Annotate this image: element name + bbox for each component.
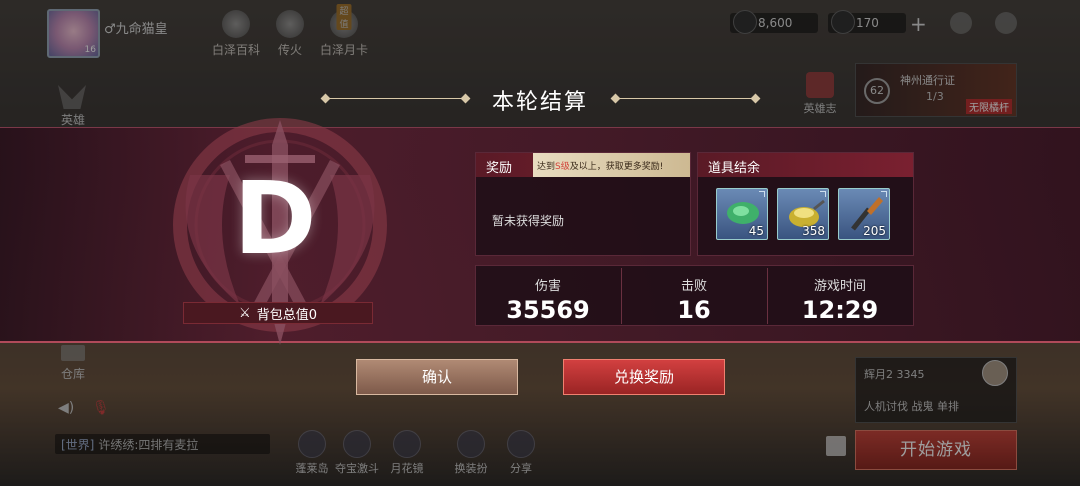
baize-icon (222, 10, 250, 38)
add-currency-icon[interactable]: + (910, 12, 927, 36)
gem-currency[interactable]: 170 (828, 10, 906, 34)
bottom-nav-outfit[interactable]: 换装扮 (444, 430, 498, 476)
team-icon[interactable] (826, 436, 846, 456)
start-game-button[interactable]: 开始游戏 (855, 430, 1017, 470)
room-name: 辉月2 3345 (864, 368, 925, 381)
item-count: 45 (748, 224, 764, 238)
mirror-icon (393, 430, 421, 458)
item-slot[interactable]: 205 (838, 188, 890, 240)
room-mode: 人机讨伐 战鬼 单排 (864, 400, 959, 413)
bottom-nav-treasure[interactable]: 夺宝激斗 (330, 430, 384, 476)
gold-icon (733, 10, 757, 34)
ingot-icon (831, 10, 855, 34)
item-slot[interactable]: 45 (716, 188, 768, 240)
bottom-nav-mirror[interactable]: 月花镜 (380, 430, 434, 476)
settlement-title: 本轮结算 (491, 90, 588, 115)
exchange-reward-button[interactable]: 兑换奖励 (563, 359, 725, 395)
outfit-icon (457, 430, 485, 458)
friends-icon[interactable] (950, 12, 972, 34)
room-avatar (982, 360, 1008, 386)
player-level: 16 (84, 45, 96, 55)
reward-tip: 达到S级及以上，获取更多奖励! (533, 153, 690, 177)
topnav-month-card[interactable]: 超值 白泽月卡 (314, 4, 374, 58)
items-header: 道具结余 (698, 153, 913, 177)
stat-damage: 伤害 35569 (506, 279, 590, 324)
sword-icon: ⚔ (239, 305, 251, 321)
grade-letter: D (233, 160, 317, 277)
confirm-button[interactable]: 确认 (356, 359, 518, 395)
mic-icon[interactable]: 🎙 (92, 400, 110, 416)
card-icon: 超值 (330, 4, 358, 38)
island-icon (298, 430, 326, 458)
treasure-icon (343, 430, 371, 458)
warehouse-button[interactable]: 仓库 (55, 345, 91, 382)
world-chat[interactable]: [世界] 许绣绣:四排有麦拉 (55, 434, 270, 454)
player-avatar[interactable]: 16 (47, 9, 100, 58)
settings-icon[interactable] (995, 12, 1017, 34)
stat-game-time: 游戏时间 12:29 (801, 279, 879, 324)
no-reward-text: 暂未获得奖励 (492, 214, 565, 228)
item-slot[interactable]: 358 (777, 188, 829, 240)
item-count: 358 (802, 224, 825, 238)
room-panel[interactable]: 辉月2 3345 人机讨伐 战鬼 单排 (855, 357, 1017, 423)
bottom-nav-share[interactable]: 分享 (494, 430, 548, 476)
player-name: ♂九命猫皇 (104, 22, 168, 37)
share-icon (507, 430, 535, 458)
item-count: 205 (863, 224, 886, 238)
topnav-baize-wiki[interactable]: 白泽百科 (206, 10, 266, 58)
topnav-fire[interactable]: 传火 (260, 10, 320, 58)
stat-kills: 击败 16 (677, 279, 711, 324)
speaker-icon[interactable]: ◀) (58, 400, 74, 416)
value-badge: 超值 (336, 4, 352, 30)
bag-value: ⚔ 背包总值0 (183, 302, 373, 324)
warehouse-icon (61, 345, 85, 361)
gold-currency[interactable]: 8,600 (730, 10, 818, 34)
flame-icon (276, 10, 304, 38)
